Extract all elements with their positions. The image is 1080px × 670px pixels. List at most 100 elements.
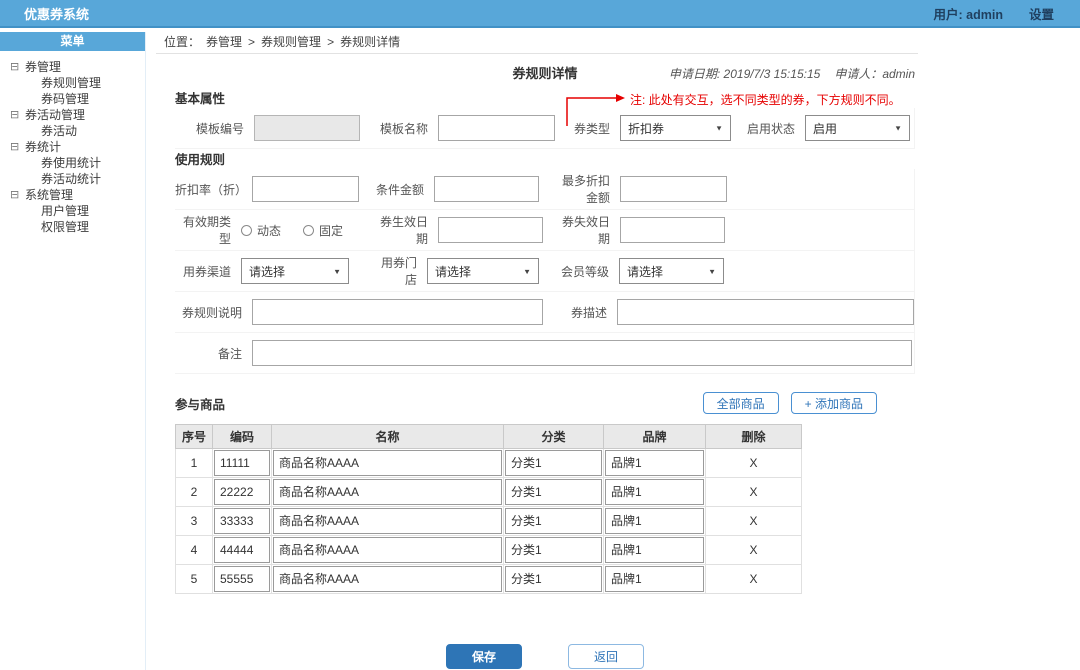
status-select[interactable]: 启用 ▼ [805,115,910,141]
save-button[interactable]: 保存 [446,644,522,669]
rule-desc-input[interactable] [252,299,543,325]
validity-type-radio-group: 动态 固定 [241,222,356,239]
radio-option-fixed[interactable]: 固定 [303,222,343,239]
section-products: 参与商品 [175,394,225,413]
effective-date-input[interactable] [438,217,543,243]
sidebar-group-label: 券活动管理 [25,107,85,123]
form-actions: 保存 返回 [175,644,915,669]
col-header-category: 分类 [504,425,604,449]
radio-label-dynamic: 动态 [257,222,281,239]
table-row: 4 44444 商品名称AAAA 分类1 品牌1 X [176,536,802,565]
sidebar-item-user-mgmt[interactable]: 用户管理 [0,203,145,219]
sidebar-item-coupon-code-mgmt[interactable]: 券码管理 [0,91,145,107]
discount-rate-input[interactable] [252,176,359,202]
topbar-right: 用户: admin 设置 [934,4,1080,23]
note-arrow-icon [558,90,630,130]
status-label: 启用状态 [747,120,805,137]
delete-row-button[interactable]: X [706,449,802,478]
template-name-input[interactable] [438,115,555,141]
products-table: 序号 编码 名称 分类 品牌 删除 1 11111 商品名称AAAA 分类1 品 [175,424,802,594]
cell-no: 2 [176,478,213,507]
member-level-value: 请选择 [627,263,663,280]
rule-desc-label: 券规则说明 [175,304,252,321]
delete-row-button[interactable]: X [706,536,802,565]
form-row-amounts: 折扣率（折） 条件金额 最多折扣金额 [175,169,915,210]
sidebar-group-statistics[interactable]: ⊟ 券统计 [0,139,145,155]
collapse-icon[interactable]: ⊟ [10,187,25,203]
cell-code: 44444 [214,537,270,563]
dropdown-arrow-icon: ▼ [333,267,341,275]
expire-date-input[interactable] [620,217,725,243]
sidebar-group-coupon-mgmt[interactable]: ⊟ 券管理 [0,59,145,75]
breadcrumb-item-rule-mgmt[interactable]: 券规则管理 [261,30,321,53]
add-product-button[interactable]: + 添加商品 [791,392,877,414]
cell-name: 商品名称AAAA [273,537,502,563]
radio-icon[interactable] [303,225,314,236]
condition-amount-input[interactable] [434,176,539,202]
apply-user: 申请人：admin [834,62,915,86]
table-row: 5 55555 商品名称AAAA 分类1 品牌1 X [176,565,802,594]
remark-input[interactable] [252,340,912,366]
form-row-channels: 用券渠道 请选择 ▼ 用券门店 请选择 ▼ 会员等级 请选择 ▼ [175,251,915,292]
sidebar-item-coupon-activity[interactable]: 券活动 [0,123,145,139]
settings-link[interactable]: 设置 [1029,4,1054,23]
max-discount-input[interactable] [620,176,727,202]
col-header-no: 序号 [176,425,213,449]
sidebar-group-label: 券统计 [25,139,61,155]
cell-brand: 品牌1 [605,508,704,534]
cell-no: 4 [176,536,213,565]
table-row: 1 11111 商品名称AAAA 分类1 品牌1 X [176,449,802,478]
effective-date-label: 券生效日期 [373,213,438,247]
template-name-label: 模板名称 [376,120,438,137]
table-row: 2 22222 商品名称AAAA 分类1 品牌1 X [176,478,802,507]
cell-name: 商品名称AAAA [273,479,502,505]
store-select[interactable]: 请选择 ▼ [427,258,539,284]
sidebar-group-activity-mgmt[interactable]: ⊟ 券活动管理 [0,107,145,123]
status-value: 启用 [813,120,837,137]
radio-icon[interactable] [241,225,252,236]
collapse-icon[interactable]: ⊟ [10,107,25,123]
coupon-rule-form: 券规则详情 申请日期: 2019/7/3 15:15:15 申请人：admin … [175,62,915,669]
sidebar-item-coupon-rule-mgmt[interactable]: 券规则管理 [0,75,145,91]
col-header-delete: 删除 [706,425,802,449]
collapse-icon[interactable]: ⊟ [10,139,25,155]
sidebar-item-coupon-usage-stats[interactable]: 券使用统计 [0,155,145,171]
cell-brand: 品牌1 [605,566,704,592]
sidebar-item-coupon-activity-stats[interactable]: 券活动统计 [0,171,145,187]
coupon-desc-label: 券描述 [562,304,617,321]
dropdown-arrow-icon: ▼ [708,267,716,275]
sidebar: 菜单 ⊟ 券管理 券规则管理 券码管理 ⊟ 券活动管理 券活动 ⊟ 券统计 券使… [0,32,146,670]
cell-category: 分类1 [505,450,602,476]
sidebar-item-permission-mgmt[interactable]: 权限管理 [0,219,145,235]
form-row-validity: 有效期类型 动态 固定 券生效日期 券失效日期 [175,210,915,251]
channel-value: 请选择 [249,263,285,280]
sidebar-group-system-mgmt[interactable]: ⊟ 系统管理 [0,187,145,203]
cell-code: 33333 [214,508,270,534]
delete-row-button[interactable]: X [706,478,802,507]
remark-label: 备注 [175,345,252,362]
col-header-code: 编码 [213,425,272,449]
sidebar-menu: ⊟ 券管理 券规则管理 券码管理 ⊟ 券活动管理 券活动 ⊟ 券统计 券使用统计… [0,51,145,235]
cell-no: 3 [176,507,213,536]
back-button[interactable]: 返回 [568,644,644,669]
cell-no: 5 [176,565,213,594]
channel-select[interactable]: 请选择 ▼ [241,258,349,284]
member-level-select[interactable]: 请选择 ▼ [619,258,724,284]
delete-row-button[interactable]: X [706,565,802,594]
channel-label: 用券渠道 [175,263,241,280]
breadcrumb-item-coupon-mgmt[interactable]: 券管理 [206,30,242,53]
user-label: 用户: admin [934,4,1003,23]
radio-option-dynamic[interactable]: 动态 [241,222,281,239]
products-buttons: 全部商品 + 添加商品 [703,392,877,414]
expire-date-label: 券失效日期 [556,213,620,247]
app-title: 优惠券系统 [0,4,89,23]
store-label: 用券门店 [377,254,427,288]
delete-row-button[interactable]: X [706,507,802,536]
cell-brand: 品牌1 [605,479,704,505]
collapse-icon[interactable]: ⊟ [10,59,25,75]
topbar: 优惠券系统 用户: admin 设置 [0,0,1080,28]
coupon-desc-input[interactable] [617,299,914,325]
all-products-button[interactable]: 全部商品 [703,392,779,414]
coupon-type-select[interactable]: 折扣券 ▼ [620,115,731,141]
template-no-input [254,115,360,141]
